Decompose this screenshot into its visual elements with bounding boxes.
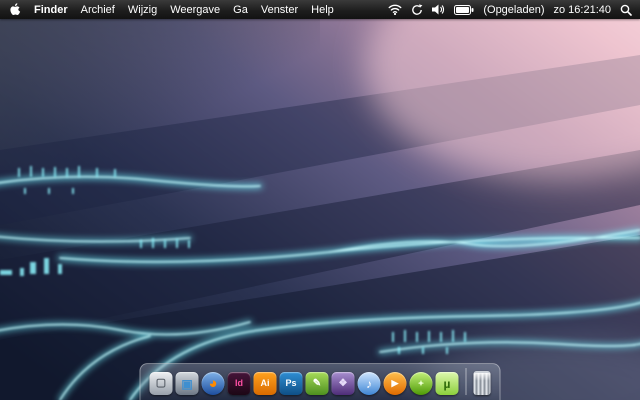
grab-glyph: ▢ — [155, 377, 167, 389]
sync-icon[interactable] — [411, 3, 423, 16]
itunes-dock-icon[interactable]: ♪ — [357, 372, 381, 395]
illustrator-dock-icon[interactable]: Ai — [253, 372, 277, 395]
indesign-dock-icon[interactable]: Id — [227, 372, 251, 395]
utorrent-dock-icon[interactable]: µ — [435, 372, 459, 395]
media-player-glyph: ▶ — [391, 378, 399, 388]
itunes-glyph: ♪ — [366, 376, 372, 391]
menu-help[interactable]: Help — [311, 4, 334, 16]
purple-app-glyph: ❖ — [338, 377, 348, 389]
battery-icon[interactable] — [454, 4, 474, 15]
apple-menu-icon[interactable] — [10, 3, 21, 16]
dock-divider — [465, 368, 467, 395]
purple-app-dock-icon[interactable]: ❖ — [331, 372, 355, 395]
photoshop-glyph: Ps — [285, 378, 297, 388]
desktop: Finder Archief Wijzig Weergave Ga Venste… — [0, 0, 640, 400]
wifi-icon[interactable] — [388, 4, 402, 15]
utorrent-glyph: µ — [443, 376, 451, 391]
display-app-glyph: ▣ — [181, 376, 193, 391]
menu-bar: Finder Archief Wijzig Weergave Ga Venste… — [0, 0, 640, 19]
media-player-dock-icon[interactable]: ▶ — [383, 372, 407, 395]
photoshop-dock-icon[interactable]: Ps — [279, 372, 303, 395]
battery-status-label[interactable]: (Opgeladen) — [483, 4, 544, 16]
green-app-dock-icon[interactable]: ✎ — [305, 372, 329, 395]
firefox-glyph: ◕ — [208, 375, 218, 392]
green-orb-app-dock-icon[interactable]: ✦ — [409, 372, 433, 395]
menu-venster[interactable]: Venster — [261, 4, 298, 16]
menu-wijzig[interactable]: Wijzig — [128, 4, 157, 16]
illustrator-glyph: Ai — [260, 378, 270, 388]
firefox-dock-icon[interactable]: ◕ — [201, 372, 225, 395]
menu-bar-left: Finder Archief Wijzig Weergave Ga Venste… — [0, 0, 334, 19]
dock: ▢ ▣ ◕ Id Ai Ps ✎ ❖ ♪ ▶ ✦ µ — [139, 363, 501, 400]
green-orb-app-glyph: ✦ — [417, 378, 425, 388]
volume-icon[interactable] — [432, 4, 445, 15]
desktop-wallpaper — [0, 0, 640, 400]
grab-dock-icon[interactable]: ▢ — [149, 372, 173, 395]
trash-dock-icon[interactable] — [473, 371, 491, 395]
menu-ga[interactable]: Ga — [233, 4, 248, 16]
menu-bar-clock[interactable]: zo 16:21:40 — [554, 4, 612, 16]
menu-finder[interactable]: Finder — [34, 4, 68, 16]
menu-archief[interactable]: Archief — [81, 4, 115, 16]
menu-weergave[interactable]: Weergave — [170, 4, 220, 16]
indesign-glyph: Id — [235, 378, 243, 388]
display-app-dock-icon[interactable]: ▣ — [175, 372, 199, 395]
spotlight-icon[interactable] — [620, 4, 632, 16]
green-app-glyph: ✎ — [312, 377, 322, 389]
menu-bar-status: (Opgeladen) zo 16:21:40 — [388, 0, 640, 19]
